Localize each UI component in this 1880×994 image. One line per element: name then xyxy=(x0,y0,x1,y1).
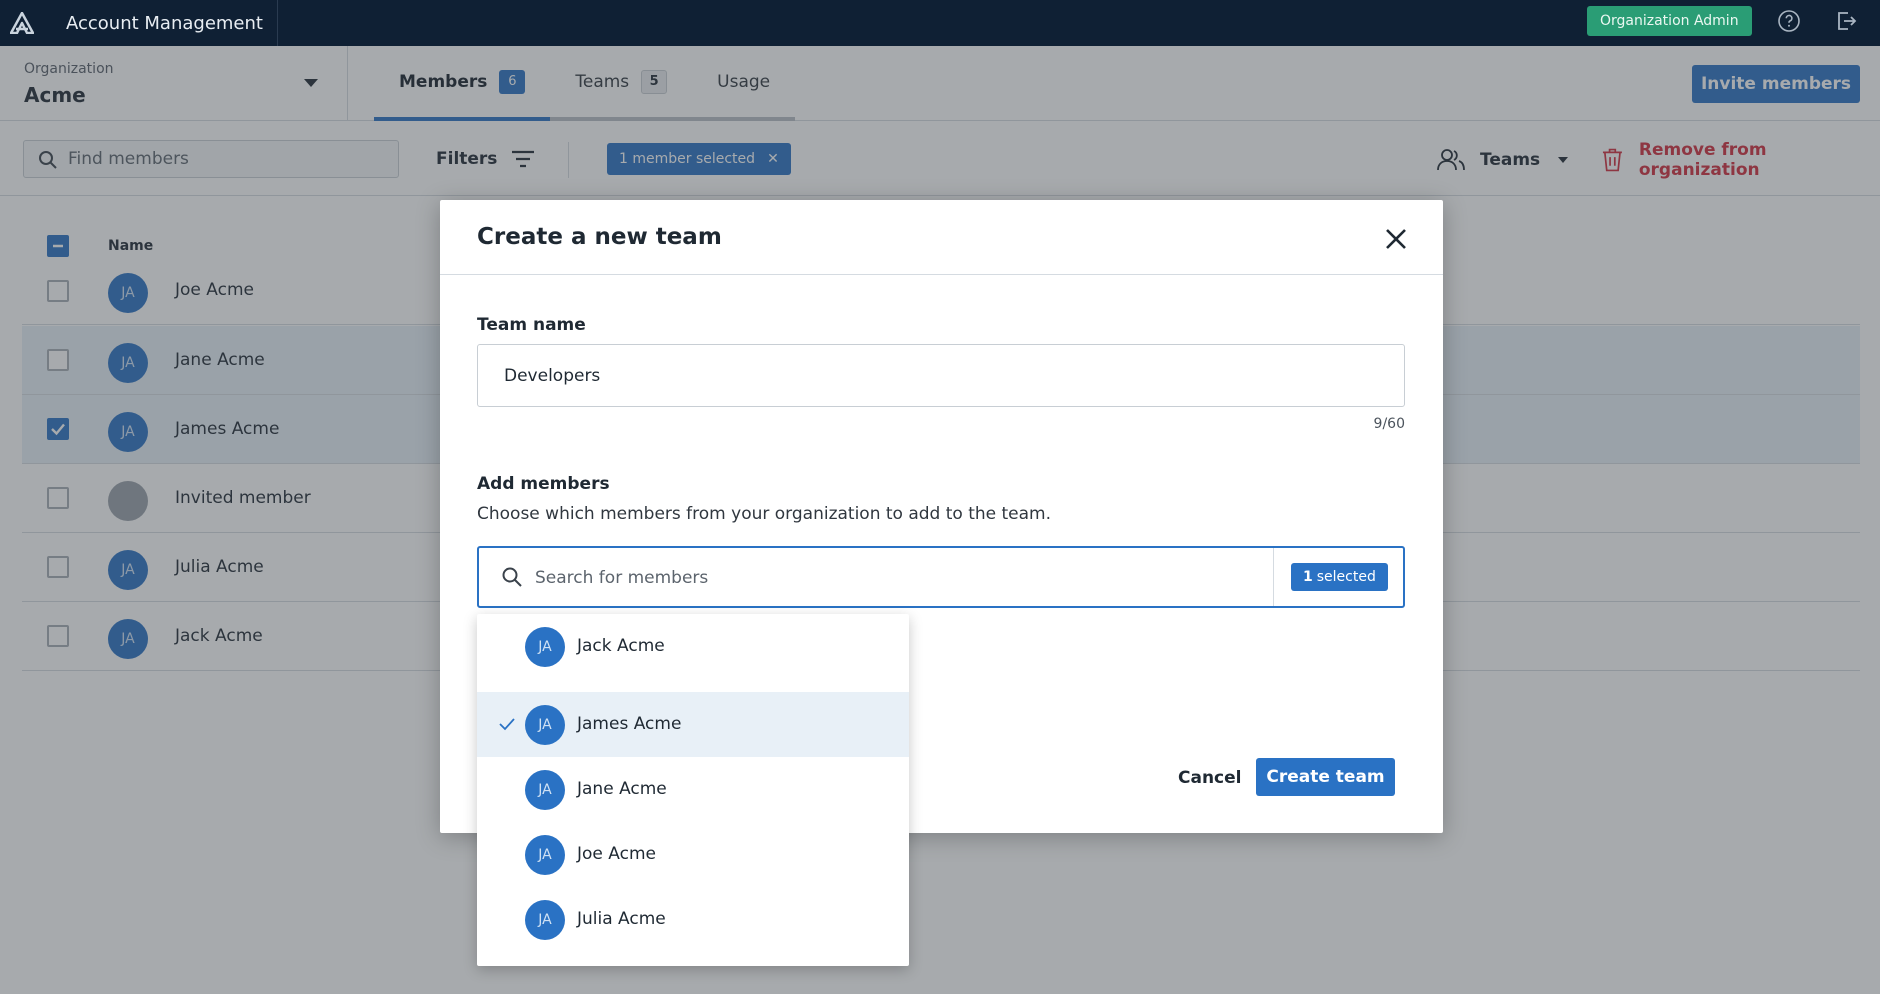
avatar: JA xyxy=(525,705,565,745)
dialog-title: Create a new team xyxy=(477,224,722,250)
create-team-button[interactable]: Create team xyxy=(1256,758,1395,796)
character-counter: 9/60 xyxy=(1373,416,1405,432)
list-item[interactable]: JA Julia Acme xyxy=(477,887,909,952)
option-name: Joe Acme xyxy=(577,844,656,864)
check-icon xyxy=(497,714,517,734)
sign-out-icon[interactable] xyxy=(1834,9,1858,33)
avatar: JA xyxy=(525,900,565,940)
selected-count: 1 xyxy=(1303,569,1313,585)
option-name: James Acme xyxy=(577,714,682,734)
dialog-divider xyxy=(440,274,1443,275)
selected-count-badge[interactable]: 1 selected xyxy=(1291,563,1388,591)
option-name: Jack Acme xyxy=(577,636,665,656)
help-icon[interactable] xyxy=(1777,9,1801,33)
avatar: JA xyxy=(525,627,565,667)
team-name-input[interactable]: Developers xyxy=(477,344,1405,407)
list-item[interactable]: JA Jack Acme xyxy=(477,614,909,679)
close-icon[interactable] xyxy=(1382,225,1410,253)
option-name: Jane Acme xyxy=(577,779,667,799)
list-item[interactable]: JA Joe Acme xyxy=(477,822,909,887)
list-item[interactable]: JA James Acme xyxy=(477,692,909,757)
list-item[interactable]: JA Jane Acme xyxy=(477,757,909,822)
option-name: Julia Acme xyxy=(577,909,666,929)
add-members-description: Choose which members from your organizat… xyxy=(477,504,1052,524)
cancel-button[interactable]: Cancel xyxy=(1160,760,1259,796)
avatar: JA xyxy=(525,770,565,810)
app-logo-icon[interactable] xyxy=(0,0,44,46)
member-search-placeholder: Search for members xyxy=(535,568,709,588)
search-divider xyxy=(1273,548,1274,606)
app-title: Account Management xyxy=(48,0,278,46)
team-name-label: Team name xyxy=(477,315,586,335)
top-bar: Account Management Organization Admin xyxy=(0,0,1880,46)
member-search-input[interactable]: Search for members 1 selected xyxy=(477,546,1405,608)
avatar: JA xyxy=(525,835,565,875)
role-badge: Organization Admin xyxy=(1587,6,1752,36)
add-members-label: Add members xyxy=(477,474,610,494)
search-icon xyxy=(501,566,523,592)
member-options-list: JA Jack Acme JA James Acme JA Jane Acme … xyxy=(477,614,909,966)
selected-suffix: selected xyxy=(1316,569,1376,585)
